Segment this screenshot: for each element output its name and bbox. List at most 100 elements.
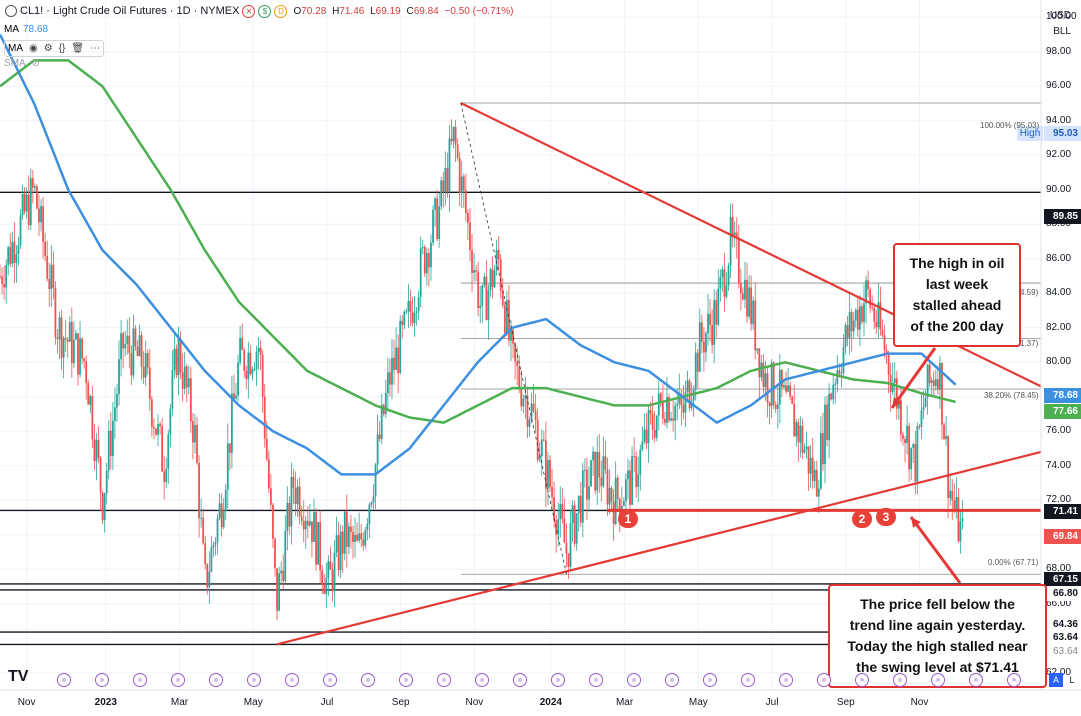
candle-body [169,408,172,435]
event-icon[interactable]: » [171,673,185,687]
candle-body [707,313,709,334]
dollar-icon[interactable]: $ [258,4,272,18]
eye-icon[interactable]: ◉ [29,43,38,54]
event-icon[interactable]: » [361,673,375,687]
symbol-title[interactable]: CL1! · Light Crude Oil Futures · 1D · NY… [20,5,239,17]
ma100-tag: 78.68 [1044,388,1081,403]
event-icon[interactable]: » [665,673,679,687]
event-icon[interactable]: » [133,673,147,687]
event-icon[interactable]: » [779,673,793,687]
auto-scale-button[interactable]: A [1049,673,1063,687]
candle-body [715,300,718,325]
event-icon[interactable]: » [437,673,451,687]
event-icon[interactable]: » [1007,673,1021,687]
unit-label[interactable]: BLL [1053,26,1071,37]
event-icon[interactable]: » [589,673,603,687]
candle-body [532,403,535,412]
log-scale-button[interactable]: L [1065,673,1079,687]
candle-body [540,439,543,456]
event-icon[interactable]: » [703,673,717,687]
candle-body [748,287,750,317]
gear-icon[interactable]: ⚙ [44,43,53,54]
candle-body [347,526,350,547]
x-tick-label: Nov [17,697,36,708]
candle-body [711,325,714,345]
trash-icon[interactable]: 🗑 [71,43,84,54]
event-icon[interactable]: » [285,673,299,687]
candle-body [85,361,88,384]
more-icon[interactable]: ⋯ [90,43,100,54]
candle-body [657,393,660,416]
event-icon[interactable]: » [95,673,109,687]
event-icon[interactable]: » [57,673,71,687]
candle-body [421,246,424,249]
candle-body [124,344,127,349]
event-icon[interactable]: » [551,673,565,687]
ma-controls-row[interactable]: MA ◉ ⚙ {} 🗑 ⋯ [4,40,105,57]
candle-body [339,531,342,571]
candle-body [132,328,135,376]
event-icon[interactable]: » [741,673,755,687]
event-icon[interactable]: » [817,673,831,687]
x-tick-label: Nov [465,697,484,708]
candle-body [362,539,365,546]
ma-controls[interactable]: MA ◉ ⚙ {} 🗑 ⋯ [4,40,105,57]
candle-body [428,252,430,268]
candle-body [555,520,558,535]
candle-body [873,308,876,322]
candle-body [292,476,295,488]
dividend-badge[interactable]: D [274,4,288,18]
candle-body [559,503,562,520]
candle-body [167,434,170,469]
event-icon[interactable]: » [855,673,869,687]
candle-body [826,404,828,441]
candle-body [253,369,256,371]
ma-legend-row[interactable]: MA 78.68 [4,24,48,35]
event-icon[interactable]: » [627,673,641,687]
event-icon[interactable]: » [399,673,413,687]
candle-body [105,470,108,494]
y-tick-label: 92.00 [1046,149,1072,161]
candle-body [871,307,874,309]
close-icon[interactable]: ✕ [242,4,256,18]
annotation-top: The high in oil last week stalled ahead … [893,243,1021,347]
candle-body [432,209,434,243]
event-icon[interactable]: » [931,673,945,687]
eye-off-icon[interactable]: ⊘ [32,58,40,69]
sma-legend-row[interactable]: SMA ⊘ [4,58,40,69]
ma100-line [0,33,957,476]
candle-body [202,517,205,544]
candle-body [157,423,159,435]
braces-icon[interactable]: {} [59,43,66,54]
candle-body [631,456,633,505]
event-icon[interactable]: » [475,673,489,687]
candle-body [725,285,728,297]
event-icon[interactable]: » [209,673,223,687]
candle-body [887,353,890,375]
candle-body [343,511,346,554]
fib-a-label: 4.59) [1020,288,1039,297]
event-icon[interactable]: » [969,673,983,687]
event-icon[interactable]: » [247,673,261,687]
candle-body [397,347,400,374]
candle-body [770,362,773,407]
event-icon[interactable]: » [513,673,527,687]
candle-body [114,407,116,421]
candle-body [943,424,945,439]
candle-body [83,358,86,362]
candle-body [411,311,414,324]
candle-body [916,426,919,482]
candle-body [694,352,697,390]
candle-body [594,451,597,491]
candle-body [403,311,406,325]
event-icon[interactable]: » [323,673,337,687]
candle-body [900,400,902,435]
candle-body [930,380,933,384]
candle-body [522,398,525,407]
candle-body [830,393,833,400]
candle-body [93,439,96,462]
event-icon[interactable]: » [893,673,907,687]
candle-body [497,250,500,260]
candle-body [50,264,53,289]
candle-body [754,300,757,351]
